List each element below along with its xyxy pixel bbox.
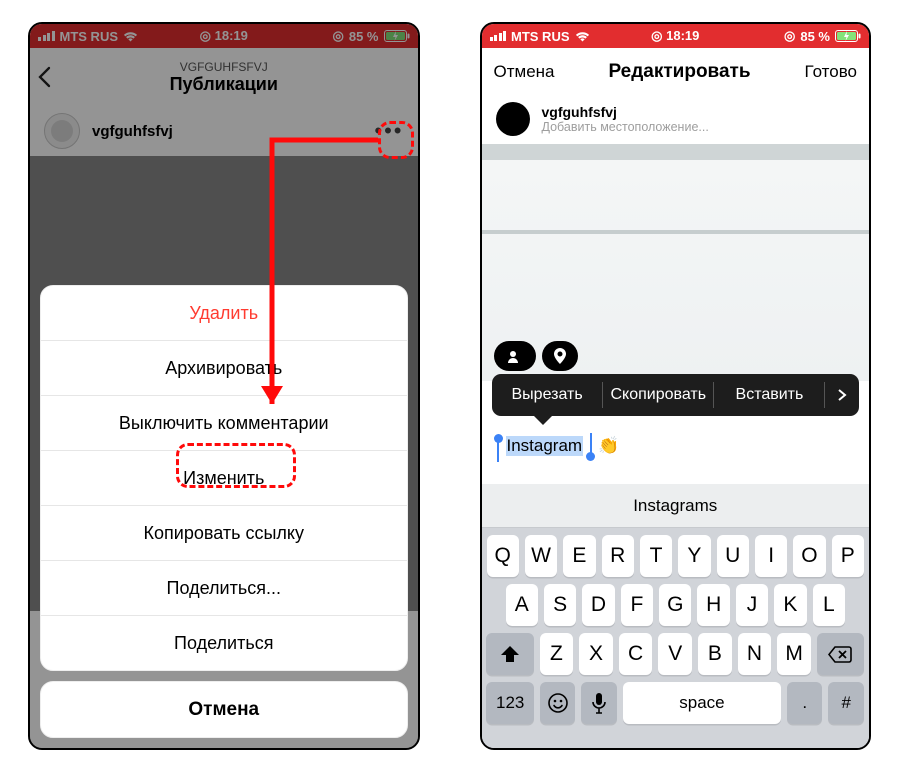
edit-nav-bar: Отмена Редактировать Готово [482, 48, 870, 96]
caption-selected-text: Instagram [506, 436, 584, 456]
key-z[interactable]: Z [540, 633, 574, 675]
phone-post-actions: MTS RUS ◎ 18:19 ◎ 85 % VGFGUHFSFVJ [28, 22, 420, 750]
ctx-copy[interactable]: Скопировать [603, 374, 714, 416]
tag-people-pill[interactable] [494, 341, 536, 371]
key-l[interactable]: L [813, 584, 845, 626]
ctx-more-arrow[interactable] [825, 388, 859, 402]
key-b[interactable]: B [698, 633, 732, 675]
avatar[interactable] [496, 102, 530, 136]
sheet-cancel[interactable]: Отмена [40, 681, 408, 738]
key-k[interactable]: K [774, 584, 806, 626]
battery-label: 85 % [800, 29, 830, 44]
key-u[interactable]: U [717, 535, 749, 577]
key-s[interactable]: S [544, 584, 576, 626]
carrier-label: MTS RUS [511, 29, 570, 44]
key-c[interactable]: C [619, 633, 653, 675]
key-p[interactable]: P [832, 535, 864, 577]
edit-username[interactable]: vgfguhfsfvj [542, 104, 709, 120]
key-f[interactable]: F [621, 584, 653, 626]
caption-input[interactable]: Instagram 👏 [494, 436, 620, 456]
key-space[interactable]: space [623, 682, 781, 724]
key-n[interactable]: N [738, 633, 772, 675]
edit-title: Редактировать [608, 61, 750, 83]
tag-location-pill[interactable] [542, 341, 578, 371]
key-backspace[interactable] [817, 633, 864, 675]
battery-icon [835, 30, 861, 42]
key-r[interactable]: R [602, 535, 634, 577]
action-sheet: Удалить Архивировать Выключить комментар… [40, 285, 408, 738]
sheet-item-copy-link[interactable]: Копировать ссылку [41, 505, 407, 560]
selection-handle-right[interactable] [586, 452, 595, 461]
cancel-button[interactable]: Отмена [494, 62, 555, 82]
keyboard-row-3: Z X C V B N M [482, 626, 870, 675]
ctx-menu-tail [534, 416, 552, 434]
caption-emoji: 👏 [598, 436, 619, 456]
key-o[interactable]: O [793, 535, 825, 577]
time-label: 18:19 [666, 28, 699, 43]
key-emoji[interactable] [540, 682, 576, 724]
done-button[interactable]: Готово [805, 62, 858, 82]
key-j[interactable]: J [736, 584, 768, 626]
sheet-item-mute-comments[interactable]: Выключить комментарии [41, 395, 407, 450]
key-hash[interactable]: # [828, 682, 864, 724]
selection-handle-left[interactable] [494, 434, 503, 443]
key-d[interactable]: D [582, 584, 614, 626]
signal-icon [490, 31, 507, 41]
key-y[interactable]: Y [678, 535, 710, 577]
keyboard-row-1: Q W E R T Y U I O P [482, 528, 870, 577]
key-v[interactable]: V [658, 633, 692, 675]
wifi-icon [575, 31, 590, 42]
sheet-item-delete[interactable]: Удалить [41, 286, 407, 340]
key-h[interactable]: H [697, 584, 729, 626]
key-e[interactable]: E [563, 535, 595, 577]
key-q[interactable]: Q [487, 535, 519, 577]
highlight-more-button [378, 121, 414, 159]
key-dictation[interactable] [581, 682, 617, 724]
add-location-button[interactable]: Добавить местоположение... [542, 120, 709, 134]
keyboard-row-4: 123 space . # [482, 675, 870, 731]
phone-edit-caption: MTS RUS ◎ 18:19 ◎ 85 % Отмена Редактиров… [480, 22, 872, 750]
key-period[interactable]: . [787, 682, 823, 724]
key-numbers[interactable]: 123 [486, 682, 533, 724]
highlight-edit-item [176, 443, 296, 488]
key-t[interactable]: T [640, 535, 672, 577]
key-a[interactable]: A [506, 584, 538, 626]
text-context-menu: Вырезать Скопировать Вставить [492, 374, 860, 416]
key-m[interactable]: M [777, 633, 811, 675]
ctx-cut[interactable]: Вырезать [492, 374, 603, 416]
key-g[interactable]: G [659, 584, 691, 626]
keyboard-suggestion[interactable]: Instagrams [482, 484, 870, 528]
status-bar: MTS RUS ◎ 18:19 ◎ 85 % [482, 24, 870, 48]
edit-header: vgfguhfsfvj Добавить местоположение... [482, 96, 870, 144]
keyboard-row-2: A S D F G H J K L [482, 577, 870, 626]
keyboard: Instagrams Q W E R T Y U I O P A S D F G… [482, 484, 870, 748]
key-w[interactable]: W [525, 535, 557, 577]
sheet-item-share[interactable]: Поделиться [41, 615, 407, 670]
key-i[interactable]: I [755, 535, 787, 577]
sheet-item-share-external[interactable]: Поделиться... [41, 560, 407, 615]
edit-post-image[interactable] [482, 144, 870, 381]
time-prefix-icon: ◎ [651, 28, 662, 43]
key-shift[interactable] [486, 633, 533, 675]
sheet-item-archive[interactable]: Архивировать [41, 340, 407, 395]
key-x[interactable]: X [579, 633, 613, 675]
batt-prefix-icon: ◎ [784, 28, 795, 44]
ctx-paste[interactable]: Вставить [714, 374, 825, 416]
